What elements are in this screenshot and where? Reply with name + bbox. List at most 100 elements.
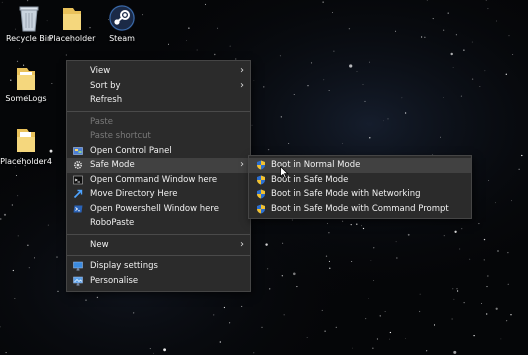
star [307,85,309,87]
star [506,320,508,322]
star [333,50,335,52]
star [28,267,30,269]
star [463,49,465,51]
star [267,268,269,270]
chevron-right-icon: › [240,159,244,170]
star [168,43,169,45]
menu-item-refresh[interactable]: Refresh [67,93,250,108]
menu-item-robopaste[interactable]: RoboPaste [67,216,250,231]
safe-mode-submenu: Boot in Normal Mode Boot in Safe Mode Bo… [248,155,472,219]
star [328,260,330,262]
steam-icon-tile[interactable]: Steam [93,4,151,43]
star [350,223,352,226]
menu-item-sort-by[interactable]: Sort by › [67,79,250,94]
star [456,288,458,290]
star [396,257,398,259]
star [329,267,331,269]
star [395,241,397,243]
star [479,86,481,88]
star [96,296,99,299]
personalise-icon [73,276,83,285]
uac-shield-icon [257,189,265,199]
star [352,347,354,349]
menu-item-paste-shortcut[interactable]: Paste shortcut [67,129,250,144]
star [497,250,499,252]
star [196,49,198,51]
star [356,70,358,72]
star [452,288,454,290]
menu-item-view[interactable]: View › [67,64,250,79]
star [251,124,253,126]
menu-item-paste[interactable]: Paste [67,115,250,130]
star [405,338,407,339]
star [47,224,49,226]
view-label: View [90,66,111,76]
star [5,352,7,354]
star [376,338,378,340]
personalise-label: Personalise [90,275,139,286]
star [188,27,190,29]
star [485,0,487,1]
gear-icon [73,160,83,170]
safe-mode-label: Safe Mode [90,160,135,170]
star [369,137,371,139]
menu-item-open-powershell[interactable]: Open Powershell Window here [67,202,250,217]
star [488,180,490,181]
menu-item-open-command-window[interactable]: Open Command Window here [67,173,250,188]
submenu-item-boot-safe-command-prompt[interactable]: Boot in Safe Mode with Command Prompt [249,202,471,217]
star [306,337,308,338]
submenu-item-boot-safe-networking[interactable]: Boot in Safe Mode with Networking [249,187,471,202]
star [495,202,496,204]
folder-icon [17,129,35,152]
star [512,53,514,56]
control-panel-icon [73,146,83,155]
star [241,305,243,307]
menu-item-display-settings[interactable]: Display settings [67,259,250,274]
star [389,331,392,334]
star [486,313,488,315]
menu-item-move-directory[interactable]: Move Directory Here [67,187,250,202]
star [163,348,167,352]
star [12,269,14,272]
star [507,251,509,254]
star [452,67,454,68]
placeholder4-folder-tile[interactable]: Placeholder4 [0,125,55,166]
star [443,29,445,31]
star [395,30,397,32]
star [447,12,449,14]
star [328,90,330,91]
star [459,248,461,250]
star [496,20,497,22]
somelogs-folder-tile[interactable]: SomeLogs [0,64,55,103]
star [364,100,366,102]
star [26,0,29,2]
star [511,200,512,202]
star [213,314,215,316]
star [342,143,343,144]
star [361,225,362,227]
menu-item-open-control-panel[interactable]: Open Control Panel [67,144,250,159]
star [310,62,313,64]
star [471,78,474,80]
robopaste-label: RoboPaste [90,218,135,228]
open-powershell-label: Open Powershell Window here [90,203,219,214]
star [481,302,483,304]
star [486,286,488,288]
paste-shortcut-label: Paste shortcut [90,131,151,141]
star [370,260,372,261]
menu-item-personalise[interactable]: Personalise [67,274,250,289]
star [17,195,19,197]
star [420,36,423,38]
star [214,53,216,56]
folder-icon [63,8,81,30]
star [507,283,509,285]
display-settings-label: Display settings [90,261,158,271]
star [389,338,391,340]
desktop-context-menu: View › Sort by › Refresh Paste Paste sho… [66,60,251,292]
star [401,97,403,99]
star [362,227,365,230]
star [362,84,364,85]
menu-item-new[interactable]: New › [67,238,250,253]
star [461,228,463,230]
menu-item-safe-mode[interactable]: Safe Mode › [67,158,250,173]
